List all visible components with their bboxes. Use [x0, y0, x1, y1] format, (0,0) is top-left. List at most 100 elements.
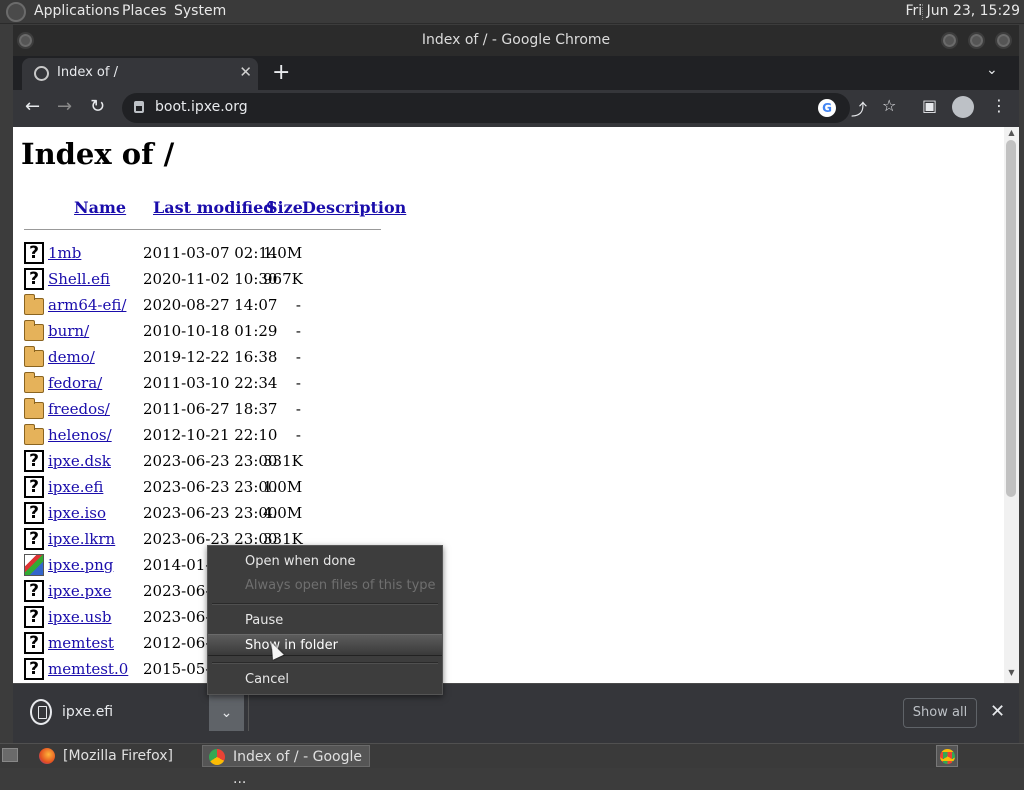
file-link[interactable]: arm64-efi/ — [48, 296, 126, 314]
menu-item-open-when-done[interactable]: Open when done — [208, 551, 442, 573]
reload-button[interactable]: ↻ — [90, 96, 105, 118]
column-header-size[interactable]: Size — [266, 198, 303, 217]
file-link[interactable]: Shell.efi — [48, 270, 110, 288]
system-menu[interactable]: System — [174, 3, 226, 19]
table-row: helenos/2012-10-21 22:10- — [13, 423, 413, 449]
file-date: 2023-06-23 23:00 — [143, 504, 278, 522]
bookmark-star-icon[interactable]: ☆ — [882, 96, 896, 115]
file-link[interactable]: ipxe.iso — [48, 504, 106, 522]
download-file-icon[interactable] — [30, 699, 52, 725]
new-tab-button[interactable]: + — [272, 60, 290, 85]
unknown-file-icon: ? — [24, 580, 44, 602]
file-size: - — [295, 374, 301, 392]
scrollbar-thumb[interactable] — [1006, 140, 1016, 497]
table-row: burn/2010-10-18 01:29- — [13, 319, 413, 345]
folder-icon — [24, 294, 44, 315]
clock[interactable]: Fri Jun 23, 15:29 — [905, 3, 1020, 19]
file-link[interactable]: 1mb — [48, 244, 81, 262]
file-link[interactable]: ipxe.lkrn — [48, 530, 115, 548]
download-options-button[interactable]: ⌄ — [209, 695, 244, 731]
file-date: 2019-12-22 16:38 — [143, 348, 278, 366]
column-header-last-modified[interactable]: Last modified — [153, 198, 274, 217]
file-size: 967K — [263, 270, 303, 288]
unknown-file-icon: ? — [24, 632, 44, 654]
taskbar-item-label: Index of / - Google ... — [233, 749, 362, 787]
window-menu-button[interactable] — [17, 32, 34, 49]
file-size: 331K — [263, 452, 303, 470]
unknown-file-icon: ? — [24, 502, 44, 524]
table-row: fedora/2011-03-10 22:34- — [13, 371, 413, 397]
window-titlebar[interactable]: Index of / - Google Chrome — [13, 25, 1019, 56]
file-link[interactable]: helenos/ — [48, 426, 112, 444]
file-link[interactable]: demo/ — [48, 348, 95, 366]
side-panel-icon[interactable]: ▣ — [922, 96, 937, 115]
file-link[interactable]: burn/ — [48, 322, 89, 340]
column-header-description[interactable]: Description — [302, 198, 406, 217]
unknown-file-icon: ? — [24, 528, 44, 550]
menu-item-cancel[interactable]: Cancel — [208, 669, 442, 691]
file-link[interactable]: freedos/ — [48, 400, 110, 418]
file-date: 2020-08-27 14:07 — [143, 296, 278, 314]
tab-index-of[interactable]: Index of / ✕ — [22, 58, 258, 90]
header-divider — [24, 229, 381, 230]
download-filename[interactable]: ipxe.efi — [62, 704, 113, 720]
taskbar-item-firefox[interactable]: [Mozilla Firefox] — [33, 745, 199, 767]
download-shelf — [13, 683, 1019, 743]
folder-icon — [24, 372, 44, 393]
close-window-button[interactable] — [995, 32, 1012, 49]
column-header-name[interactable]: Name — [74, 198, 126, 217]
file-link[interactable]: ipxe.pxe — [48, 582, 111, 600]
menu-separator — [212, 603, 438, 605]
unknown-file-icon: ? — [24, 658, 44, 680]
file-link[interactable]: memtest.0 — [48, 660, 128, 678]
url-text[interactable]: boot.ipxe.org — [155, 99, 248, 115]
maximize-button[interactable] — [968, 32, 985, 49]
file-size: - — [295, 348, 301, 366]
file-date: 2023-06-23 23:00 — [143, 452, 278, 470]
taskbar-item-chrome[interactable]: Index of / - Google ... — [202, 745, 370, 787]
share-icon[interactable]: ⤴ — [851, 96, 867, 120]
google-lens-icon[interactable]: G — [818, 99, 836, 117]
close-download-shelf-icon[interactable]: ✕ — [990, 701, 1005, 722]
show-all-downloads-button[interactable]: Show all — [903, 698, 977, 728]
file-link[interactable]: memtest — [48, 634, 114, 652]
places-menu[interactable]: Places — [122, 3, 167, 19]
table-row: arm64-efi/2020-08-27 14:07- — [13, 293, 413, 319]
back-button[interactable]: ← — [25, 96, 40, 118]
file-date: 2020-11-02 10:30 — [143, 270, 278, 288]
address-bar[interactable]: boot.ipxe.org G — [122, 93, 850, 123]
unknown-file-icon: ? — [24, 242, 44, 264]
file-size: - — [295, 296, 301, 314]
chrome-menu-icon[interactable]: ⋮ — [991, 96, 1007, 115]
file-link[interactable]: ipxe.dsk — [48, 452, 111, 470]
file-size: 4.0M — [263, 504, 303, 522]
file-link[interactable]: fedora/ — [48, 374, 102, 392]
file-link[interactable]: ipxe.usb — [48, 608, 111, 626]
download-separator — [248, 695, 249, 731]
system-logo-icon[interactable] — [6, 2, 26, 22]
menu-item-pause[interactable]: Pause — [208, 610, 442, 632]
file-link[interactable]: ipxe.png — [48, 556, 113, 574]
show-desktop-icon[interactable] — [2, 748, 18, 762]
menu-item-show-in-folder[interactable]: Show in folder — [208, 634, 442, 656]
close-tab-icon[interactable]: ✕ — [239, 63, 252, 81]
minimize-button[interactable] — [941, 32, 958, 49]
table-row: ? ipxe.efi 2023-06-23 23:00 1.0M — [13, 475, 413, 501]
scroll-up-arrow[interactable]: ▲ — [1004, 128, 1019, 140]
image-file-icon — [24, 554, 44, 576]
tab-search-button[interactable]: ⌄ — [986, 62, 998, 78]
page-heading: Index of / — [21, 137, 175, 171]
file-date: 2023-06-23 23:00 — [143, 478, 278, 496]
profile-avatar[interactable] — [952, 96, 974, 118]
file-link[interactable]: ipxe.efi — [48, 478, 103, 496]
unknown-file-icon: ? — [24, 606, 44, 628]
folder-icon — [24, 424, 44, 445]
globe-icon — [34, 66, 49, 81]
lock-icon[interactable] — [134, 101, 144, 113]
tray-chrome-icon[interactable] — [936, 745, 958, 767]
forward-button[interactable]: → — [57, 96, 72, 118]
table-row: freedos/2011-06-27 18:37- — [13, 397, 413, 423]
applications-menu[interactable]: Applications — [34, 3, 120, 19]
file-size: - — [295, 322, 301, 340]
scroll-down-arrow[interactable]: ▼ — [1004, 668, 1019, 680]
